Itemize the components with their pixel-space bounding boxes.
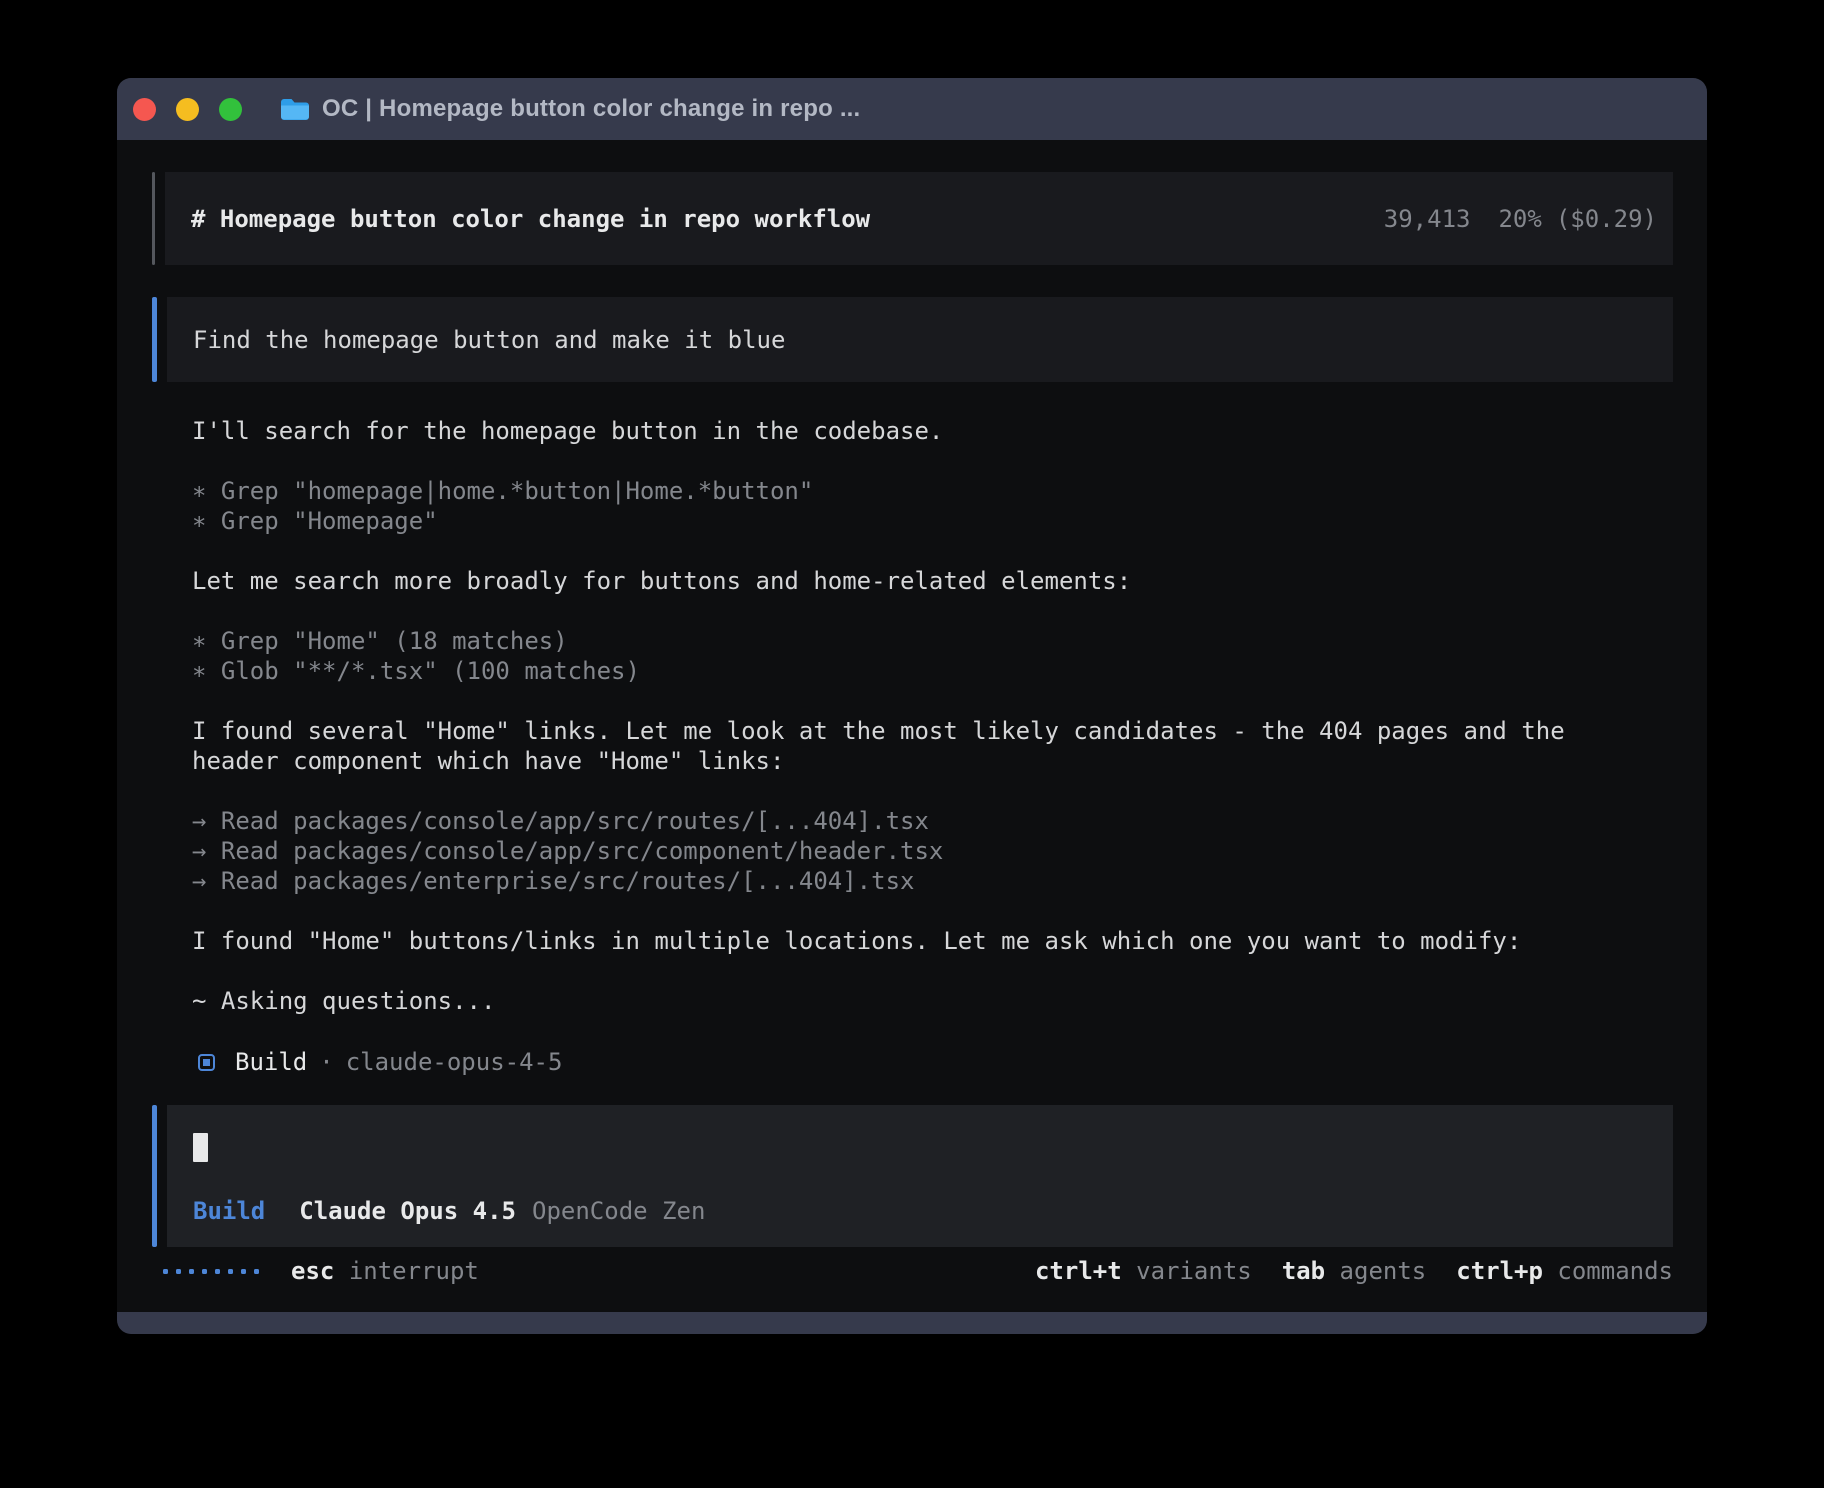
prompt-input-panel[interactable]: Build Claude Opus 4.5 OpenCode Zen [167, 1105, 1673, 1247]
shortcut-key: esc [291, 1257, 334, 1285]
context-percent: 20% [1498, 205, 1541, 233]
spinner-dot [189, 1269, 194, 1274]
text-cursor [193, 1133, 208, 1162]
transcript-line: I'll search for the homepage button in t… [192, 416, 1673, 446]
user-message-text: Find the homepage button and make it blu… [193, 326, 785, 354]
shortcut-key: ctrl+p [1456, 1257, 1543, 1285]
transcript-line: ∗ Glob "**/*.tsx" (100 matches) [192, 656, 1673, 686]
input-meta: Build Claude Opus 4.5 OpenCode Zen [193, 1196, 705, 1226]
terminal-body: # Homepage button color change in repo w… [117, 140, 1707, 1312]
session-cost: ($0.29) [1556, 205, 1657, 233]
transcript-line: Let me search more broadly for buttons a… [192, 566, 1673, 596]
build-badge: Build · claude-opus-4-5 [198, 1047, 1673, 1077]
transcript-blank-line [192, 596, 1673, 626]
window-title-group: OC | Homepage button color change in rep… [280, 95, 860, 123]
transcript-blank-line [192, 446, 1673, 476]
traffic-lights [133, 98, 242, 121]
shortcut-list: ctrl+t variants tab agents ctrl+p commands [1035, 1257, 1673, 1285]
shortcut-key: ctrl+t [1035, 1257, 1122, 1285]
transcript-line: → Read packages/console/app/src/componen… [192, 836, 1673, 866]
spinner-dots [163, 1269, 259, 1274]
shortcut-label: commands [1543, 1257, 1673, 1285]
agent-icon [198, 1054, 215, 1071]
session-header: # Homepage button color change in repo w… [152, 172, 1673, 265]
spinner-dot [163, 1269, 168, 1274]
prompt-input-bar [152, 1105, 157, 1247]
transcript-blank-line [192, 896, 1673, 926]
window-title: OC | Homepage button color change in rep… [322, 95, 860, 123]
transcript-blank-line [192, 686, 1673, 716]
transcript: I'll search for the homepage button in t… [152, 416, 1673, 1016]
prompt-input[interactable]: Build Claude Opus 4.5 OpenCode Zen [152, 1105, 1673, 1247]
session-stats: 39,413 20% ($0.29) [1384, 205, 1657, 233]
folder-icon [280, 97, 310, 121]
shortcut-group: tab agents [1282, 1257, 1427, 1285]
spinner-dot [241, 1269, 246, 1274]
user-message-panel: Find the homepage button and make it blu… [167, 297, 1673, 382]
spinner-dot [228, 1269, 233, 1274]
transcript-line: ∗ Grep "Homepage" [192, 506, 1673, 536]
transcript-line: I found "Home" buttons/links in multiple… [192, 926, 1673, 956]
transcript-blank-line [192, 776, 1673, 806]
spinner-dot [254, 1269, 259, 1274]
session-title: # Homepage button color change in repo w… [191, 205, 870, 233]
transcript-line: ∗ Grep "Home" (18 matches) [192, 626, 1673, 656]
token-count: 39,413 [1384, 205, 1471, 233]
esc-shortcut: esc interrupt [291, 1257, 479, 1285]
separator-dot: · [319, 1048, 333, 1076]
shortcut-group: ctrl+t variants [1035, 1257, 1252, 1285]
input-provider: OpenCode Zen [532, 1196, 705, 1226]
zoom-button[interactable] [219, 98, 242, 121]
transcript-blank-line [192, 956, 1673, 986]
session-header-bar [152, 172, 155, 265]
transcript-line: → Read packages/enterprise/src/routes/[.… [192, 866, 1673, 896]
transcript-line: ∗ Grep "homepage|home.*button|Home.*butt… [192, 476, 1673, 506]
spinner-dot [176, 1269, 181, 1274]
spinner-dot [202, 1269, 207, 1274]
user-message: Find the homepage button and make it blu… [152, 297, 1673, 382]
transcript-line: → Read packages/console/app/src/routes/[… [192, 806, 1673, 836]
shortcut-label: agents [1325, 1257, 1426, 1285]
model-name: claude-opus-4-5 [346, 1048, 563, 1076]
shortcut-label: variants [1122, 1257, 1252, 1285]
input-mode: Build [193, 1196, 265, 1226]
shortcut-label: interrupt [349, 1257, 479, 1285]
desktop: OC | Homepage button color change in rep… [0, 0, 1824, 1488]
minimize-button[interactable] [176, 98, 199, 121]
transcript-line: ~ Asking questions... [192, 986, 1673, 1016]
window-bottom-bar [117, 1312, 1707, 1334]
transcript-line: header component which have "Home" links… [192, 746, 1673, 776]
titlebar: OC | Homepage button color change in rep… [117, 78, 1707, 140]
transcript-blank-line [192, 536, 1673, 566]
input-model: Claude Opus 4.5 [299, 1196, 516, 1226]
session-header-panel: # Homepage button color change in repo w… [165, 172, 1673, 265]
terminal-window: OC | Homepage button color change in rep… [117, 78, 1707, 1334]
close-button[interactable] [133, 98, 156, 121]
user-message-bar [152, 297, 157, 382]
shortcut-group: ctrl+p commands [1456, 1257, 1673, 1285]
transcript-line: I found several "Home" links. Let me loo… [192, 716, 1673, 746]
shortcut-key: tab [1282, 1257, 1325, 1285]
statusbar: esc interrupt ctrl+t variantstab agentsc… [152, 1256, 1673, 1286]
agent-name: Build [235, 1048, 307, 1076]
spinner-dot [215, 1269, 220, 1274]
